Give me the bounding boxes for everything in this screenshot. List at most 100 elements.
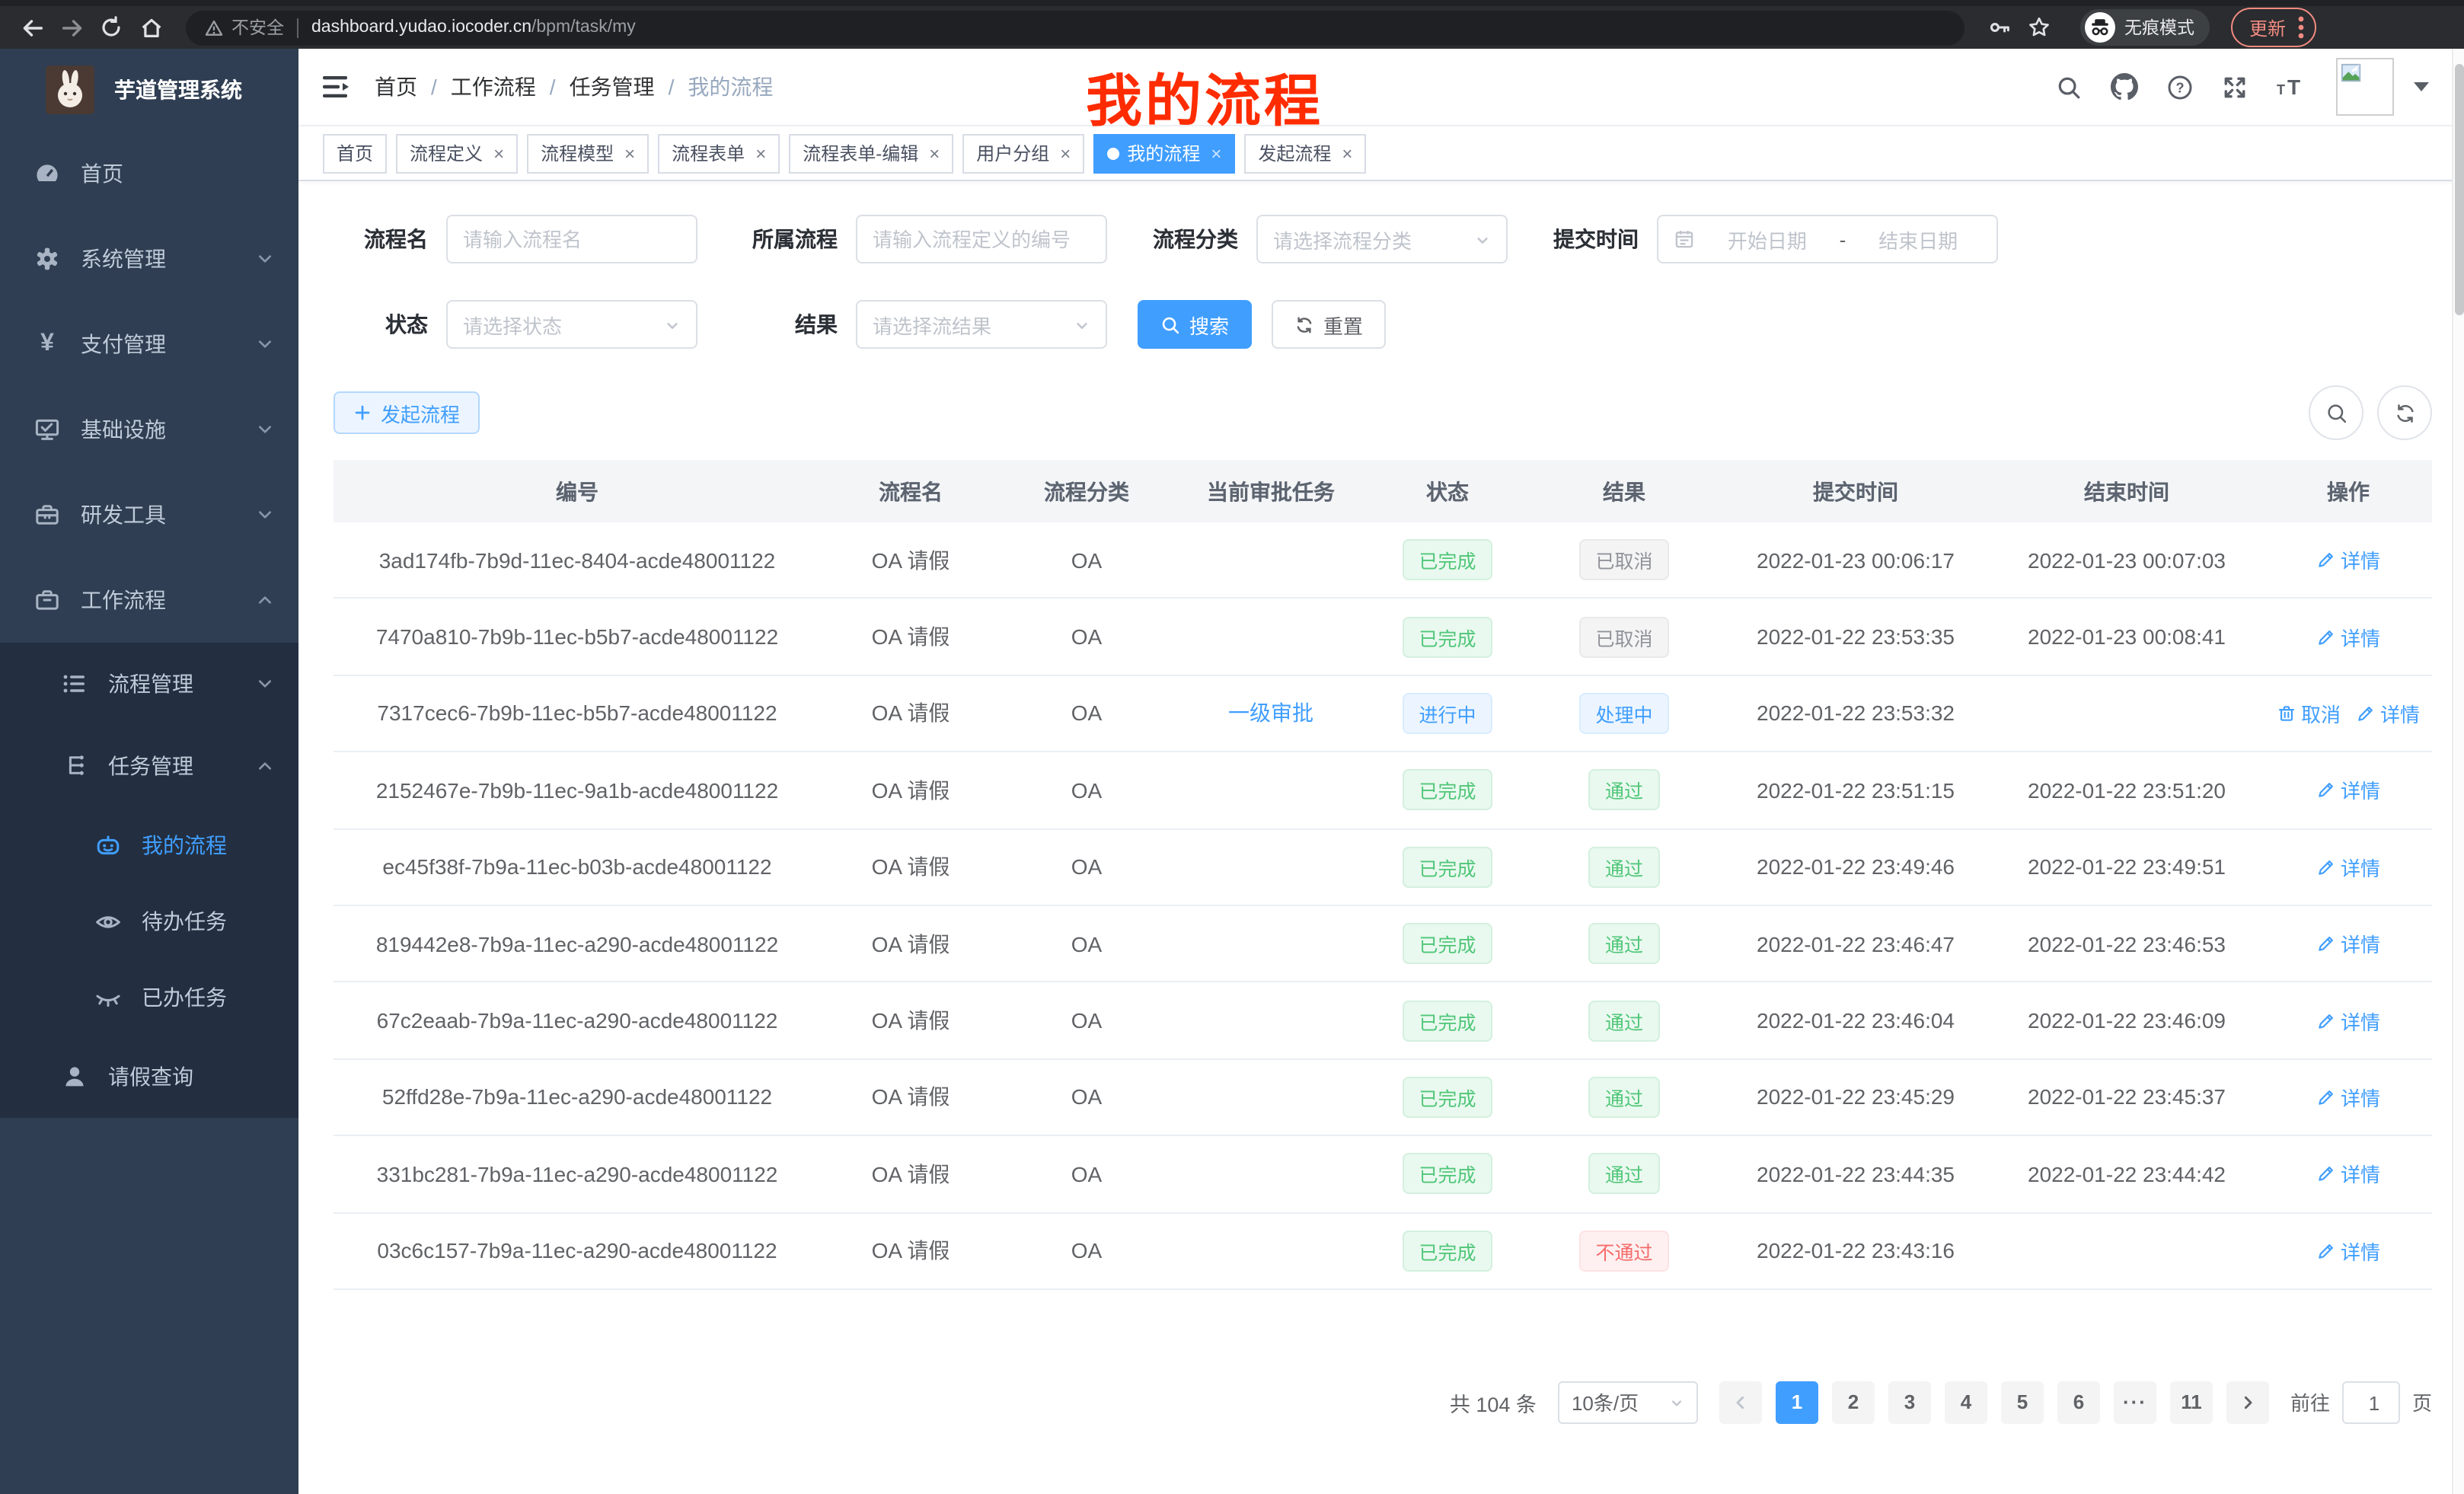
process-def-input[interactable]: [873, 228, 1090, 251]
help-icon[interactable]: ?: [2167, 74, 2193, 100]
page-scrollbar[interactable]: [2452, 49, 2464, 1494]
sidebar-item-my-process[interactable]: 我的流程: [0, 807, 298, 883]
github-icon[interactable]: [2111, 73, 2138, 101]
sidebar-item-devtools[interactable]: 研发工具: [0, 472, 298, 557]
update-button[interactable]: 更新: [2231, 8, 2316, 47]
page-button-3[interactable]: 3: [1888, 1381, 1931, 1424]
status-badge: 已完成: [1402, 770, 1492, 811]
close-icon[interactable]: ×: [1211, 144, 1221, 162]
close-icon[interactable]: ×: [493, 144, 504, 162]
update-label: 更新: [2249, 14, 2286, 40]
table-row: 67c2eaab-7b9a-11ec-a290-acde48001122OA 请…: [334, 983, 2432, 1060]
table-search-button[interactable]: [2309, 385, 2363, 440]
sidebar-item-infra[interactable]: 基础设施: [0, 387, 298, 472]
col-header: 操作: [2265, 476, 2432, 506]
page-button-5[interactable]: 5: [2001, 1381, 2044, 1424]
page-button-6[interactable]: 6: [2057, 1381, 2100, 1424]
scrollbar-thumb[interactable]: [2455, 64, 2464, 315]
result-badge: 通过: [1588, 923, 1660, 964]
page-size-select[interactable]: 10条/页: [1558, 1381, 1698, 1424]
page-button-2[interactable]: 2: [1832, 1381, 1875, 1424]
forward-icon[interactable]: [52, 8, 91, 47]
close-icon[interactable]: ×: [929, 144, 940, 162]
search-icon[interactable]: [2056, 74, 2082, 100]
detail-link-label: 详情: [2341, 929, 2380, 958]
action-links: 详情: [2316, 1236, 2380, 1265]
breadcrumb-task-mgmt[interactable]: 任务管理: [570, 72, 655, 102]
reload-icon[interactable]: [91, 8, 131, 47]
divider: [296, 18, 298, 37]
detail-link[interactable]: 详情: [2316, 1160, 2380, 1189]
tab-process-model[interactable]: 流程模型×: [527, 133, 649, 173]
tab-process-def[interactable]: 流程定义×: [396, 133, 518, 173]
sidebar-item-todo-tasks[interactable]: 待办任务: [0, 883, 298, 959]
close-icon[interactable]: ×: [624, 144, 635, 162]
fullscreen-icon[interactable]: [2222, 74, 2248, 100]
start-process-button[interactable]: 发起流程: [334, 391, 480, 434]
category-select[interactable]: 请选择流程分类: [1256, 215, 1508, 263]
eye-icon: [94, 907, 122, 936]
next-page-button[interactable]: [2226, 1381, 2269, 1424]
url-bar[interactable]: 不安全 dashboard.yudao.iocoder.cn/bpm/task/…: [186, 10, 1964, 45]
tab-home[interactable]: 首页: [323, 133, 387, 173]
sidebar-item-home[interactable]: 首页: [0, 131, 298, 216]
dashboard-icon: [34, 160, 61, 187]
close-icon[interactable]: ×: [1342, 144, 1352, 162]
current-task-label: 一级审批: [1228, 698, 1313, 729]
search-icon: [1160, 314, 1180, 334]
status-select[interactable]: 请选择状态: [446, 300, 697, 349]
app-logo[interactable]: 芋道管理系统: [0, 49, 298, 131]
sidebar-item-leave-query[interactable]: 请假查询: [0, 1036, 298, 1118]
detail-link[interactable]: 详情: [2356, 699, 2420, 728]
hamburger-icon[interactable]: [298, 75, 375, 99]
page-button-11[interactable]: 11: [2170, 1381, 2213, 1424]
detail-link[interactable]: 详情: [2316, 1006, 2380, 1035]
star-icon[interactable]: [2019, 8, 2059, 47]
detail-link[interactable]: 详情: [2316, 776, 2380, 805]
breadcrumb-home[interactable]: 首页: [375, 72, 417, 102]
action-links: 详情: [2316, 929, 2380, 958]
detail-link[interactable]: 详情: [2316, 1236, 2380, 1265]
avatar[interactable]: [2336, 58, 2394, 116]
briefcase-icon: [34, 586, 61, 614]
tab-process-form[interactable]: 流程表单×: [658, 133, 780, 173]
cell-result: 通过: [1526, 1077, 1722, 1118]
status-badge: 进行中: [1402, 693, 1492, 734]
detail-link[interactable]: 详情: [2316, 853, 2380, 882]
result-select[interactable]: 请选择流结果: [856, 300, 1107, 349]
tab-user-group[interactable]: 用户分组×: [962, 133, 1084, 173]
breadcrumb-workflow[interactable]: 工作流程: [451, 72, 536, 102]
start-process-label: 发起流程: [381, 398, 460, 427]
goto-input[interactable]: [2344, 1383, 2405, 1425]
reset-button[interactable]: 重置: [1272, 300, 1386, 349]
sidebar-item-payment[interactable]: ¥支付管理: [0, 302, 298, 387]
table-refresh-button[interactable]: [2377, 385, 2432, 440]
key-icon[interactable]: [1980, 8, 2019, 47]
font-size-icon[interactable]: TT: [2277, 74, 2307, 100]
sidebar-item-system[interactable]: 系统管理: [0, 216, 298, 302]
detail-link[interactable]: 详情: [2316, 545, 2380, 574]
back-icon[interactable]: [12, 8, 52, 47]
page-button-4[interactable]: 4: [1945, 1381, 1987, 1424]
detail-link[interactable]: 详情: [2316, 1083, 2380, 1112]
caret-down-icon[interactable]: [2414, 82, 2429, 91]
tab-my-process[interactable]: 我的流程×: [1093, 133, 1235, 173]
tab-process-form-edit[interactable]: 流程表单-编辑×: [789, 133, 953, 173]
cancel-link[interactable]: 取消: [2277, 699, 2341, 728]
detail-link[interactable]: 详情: [2316, 929, 2380, 958]
sidebar-item-workflow[interactable]: 工作流程: [0, 557, 298, 643]
prev-page-button[interactable]: [1719, 1381, 1762, 1424]
sidebar-item-process-mgmt[interactable]: 流程管理: [0, 643, 298, 725]
search-button[interactable]: 搜索: [1138, 300, 1252, 349]
page-button-1[interactable]: 1: [1776, 1381, 1818, 1424]
detail-link[interactable]: 详情: [2316, 622, 2380, 651]
dots-vertical-icon[interactable]: [2298, 15, 2304, 40]
sidebar-item-task-mgmt[interactable]: 任务管理: [0, 725, 298, 807]
close-icon[interactable]: ×: [1060, 144, 1071, 162]
sidebar-item-done-tasks[interactable]: 已办任务: [0, 959, 298, 1036]
close-icon[interactable]: ×: [755, 144, 766, 162]
process-name-input[interactable]: [463, 228, 681, 251]
tab-start-process[interactable]: 发起流程×: [1244, 133, 1366, 173]
submit-time-range[interactable]: 开始日期 - 结束日期: [1657, 215, 1998, 263]
home-icon[interactable]: [131, 8, 171, 47]
